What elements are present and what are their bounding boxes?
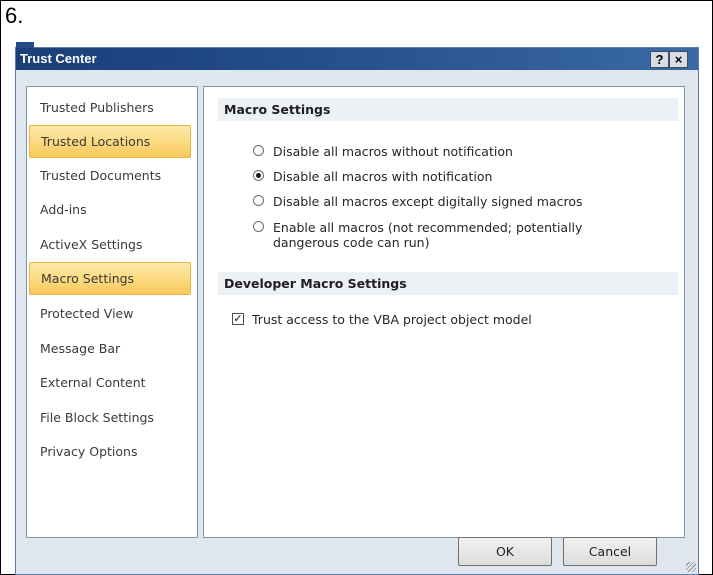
trust-center-dialog: Trust Center ? × Trusted Publishers Trus… <box>15 42 699 575</box>
trust-vba-label: Trust access to the VBA project object m… <box>252 312 532 327</box>
sidebar-item-protected-view[interactable]: Protected View <box>29 297 191 330</box>
radio-button[interactable] <box>253 145 264 156</box>
sidebar-item-file-block-settings[interactable]: File Block Settings <box>29 401 191 434</box>
close-button[interactable]: × <box>669 51 688 68</box>
sidebar-item-macro-settings[interactable]: Macro Settings <box>29 262 191 295</box>
sidebar-item-external-content[interactable]: External Content <box>29 366 191 399</box>
radio-label: Disable all macros with notification <box>273 169 493 184</box>
resize-grip-icon[interactable] <box>686 562 696 572</box>
sidebar-item-trusted-locations[interactable]: Trusted Locations <box>29 125 191 158</box>
macro-settings-header: Macro Settings <box>218 98 678 121</box>
radio-label: Disable all macros without notification <box>273 144 513 159</box>
help-button[interactable]: ? <box>650 51 669 68</box>
close-icon: × <box>674 52 683 67</box>
sidebar-item-trusted-documents[interactable]: Trusted Documents <box>29 159 191 192</box>
document-frame: 6. Trust Center ? × Trusted Publishers T… <box>0 0 713 575</box>
sidebar-item-activex-settings[interactable]: ActiveX Settings <box>29 228 191 261</box>
radio-button-selected[interactable] <box>253 170 264 181</box>
help-icon: ? <box>655 52 664 67</box>
step-number: 6. <box>5 3 24 28</box>
sidebar-item-privacy-options[interactable]: Privacy Options <box>29 435 191 468</box>
sidebar: Trusted Publishers Trusted Locations Tru… <box>26 86 198 538</box>
radio-label-line2: dangerous code can run) <box>273 235 430 250</box>
ok-button[interactable]: OK <box>458 537 552 566</box>
sidebar-item-trusted-publishers[interactable]: Trusted Publishers <box>29 91 191 124</box>
developer-macro-settings-header: Developer Macro Settings <box>218 272 678 295</box>
window-title: Trust Center <box>20 51 97 66</box>
title-bar-tab <box>16 42 34 48</box>
radio-button[interactable] <box>253 195 264 206</box>
radio-button[interactable] <box>253 221 264 232</box>
sidebar-item-add-ins[interactable]: Add-ins <box>29 193 191 226</box>
radio-label: Enable all macros (not recommended; pote… <box>273 220 583 235</box>
cancel-button[interactable]: Cancel <box>563 537 657 566</box>
content-panel: Macro Settings Disable all macros withou… <box>203 86 685 538</box>
sidebar-item-message-bar[interactable]: Message Bar <box>29 332 191 365</box>
trust-vba-checkbox[interactable]: ✓ <box>232 313 244 325</box>
radio-label: Disable all macros except digitally sign… <box>273 194 583 209</box>
title-bar[interactable]: Trust Center ? × <box>16 42 698 70</box>
